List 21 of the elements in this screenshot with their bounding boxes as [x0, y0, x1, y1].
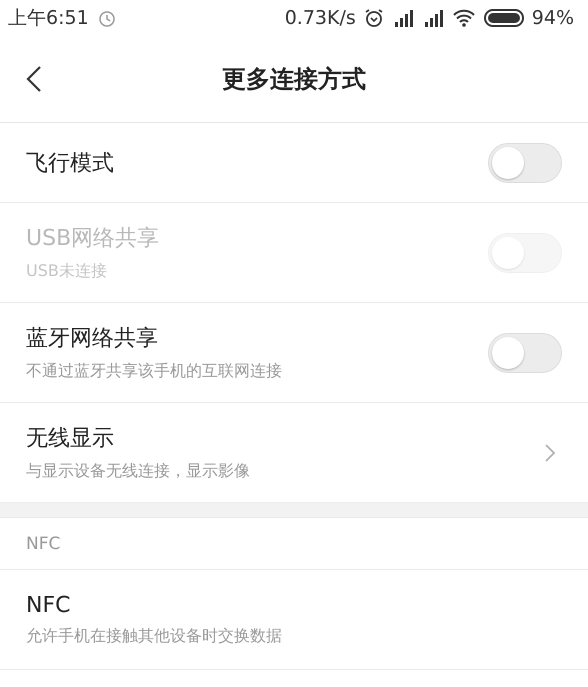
network-speed: 0.73K/s [284, 7, 356, 29]
chevron-icon [544, 442, 556, 462]
setting-title: 无线显示 [26, 425, 115, 453]
toggle-switch[interactable] [488, 332, 562, 372]
setting-description: 允许手机在接触其他设备时交换数据 [26, 626, 283, 646]
setting-description: 不通过蓝牙共享该手机的互联网连接 [26, 361, 283, 382]
page-title: 更多连接方式 [222, 64, 366, 95]
setting-title: USB网络共享 [26, 225, 160, 253]
alarm-icon [364, 8, 384, 28]
clock-time: 上午6:51 [8, 6, 89, 31]
setting-description: USB未连接 [26, 261, 108, 282]
setting-title: NFC [26, 592, 72, 618]
back-icon[interactable] [26, 66, 42, 92]
section-heading: NFC [26, 534, 60, 554]
wifi-icon [452, 8, 476, 28]
setting-title: 飞行模式 [26, 150, 115, 178]
setting-title: 蓝牙网络共享 [26, 325, 159, 353]
battery-percent: 94% [532, 7, 574, 29]
battery-icon [484, 8, 524, 28]
setting-description: 与显示设备无线连接，显示影像 [26, 461, 251, 482]
toggle-switch[interactable] [488, 142, 562, 182]
